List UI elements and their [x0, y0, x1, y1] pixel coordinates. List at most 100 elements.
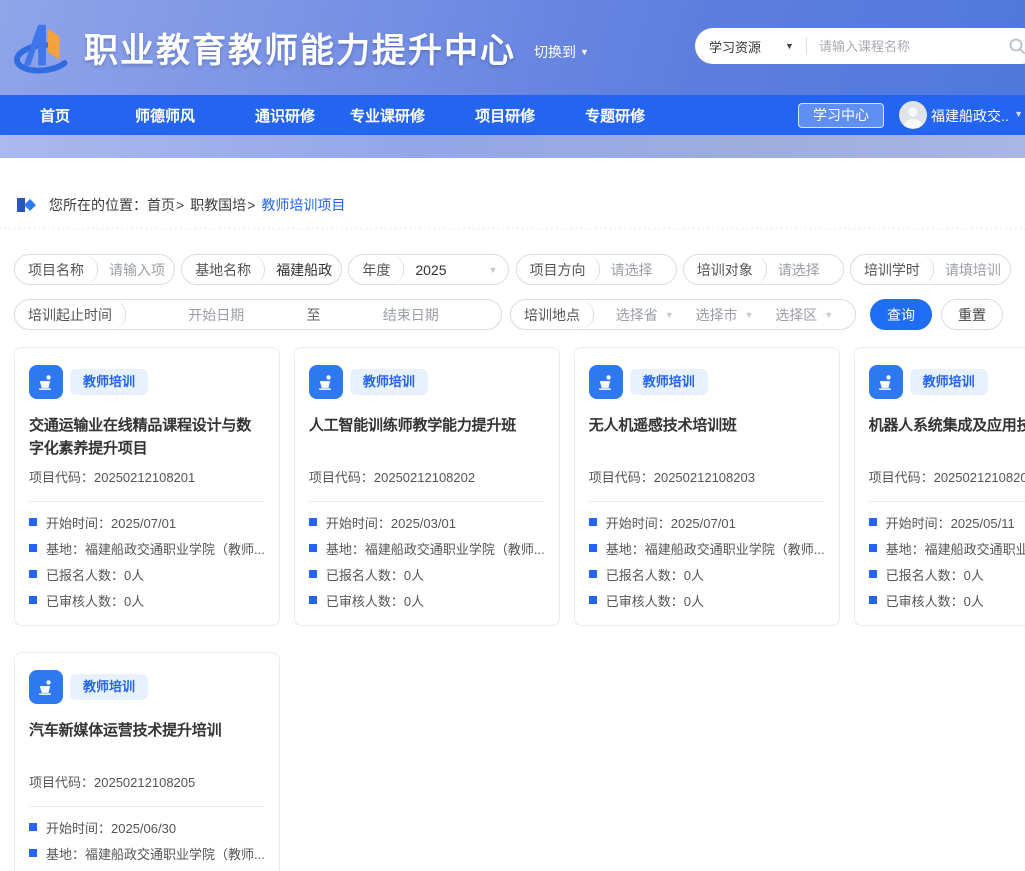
base-value: 福建船政交通职业学院（教师... — [365, 542, 545, 557]
hours-input[interactable]: 请填培训 — [934, 260, 1010, 280]
search-category-select[interactable]: 学习资源 ▼ — [709, 37, 794, 56]
base-label: 基地： — [46, 542, 85, 557]
search-button[interactable]: 查询 — [870, 299, 932, 330]
filter-label: 项目名称 — [15, 260, 84, 280]
enrolled-row: 已报名人数：0人 — [29, 866, 265, 871]
chevron-down-icon: ▼ — [1014, 109, 1023, 119]
filter-panel: 项目名称 请输入项 基地名称 福建船政 年度 2025 ▼ 项目方向 请选择 培… — [0, 254, 1025, 330]
divider — [29, 501, 265, 502]
start-label: 开始时间： — [606, 516, 671, 531]
filter-time-range[interactable]: 培训起止时间 开始日期 至 结束日期 — [14, 299, 502, 330]
filter-row-2: 培训起止时间 开始日期 至 结束日期 培训地点 选择省 ▼ 选择市 ▼ 选择区 — [14, 299, 1011, 330]
project-card[interactable]: 教师培训 人工智能训练师教学能力提升班 项目代码：20250212108202 … — [294, 347, 560, 626]
end-date-input[interactable]: 结束日期 — [321, 305, 502, 325]
start-date-input[interactable]: 开始日期 — [126, 305, 307, 325]
nav-item-tongshi[interactable]: 通识研修 — [255, 105, 315, 126]
pill-separator — [390, 255, 404, 284]
badge-row: 教师培训 — [869, 365, 1025, 399]
nav-item-xiangmu[interactable]: 项目研修 — [475, 105, 535, 126]
city-select-value: 选择市 — [696, 305, 738, 325]
bullet-icon — [309, 570, 317, 578]
start-value: 2025/03/01 — [391, 516, 456, 531]
filter-label: 培训对象 — [684, 260, 753, 280]
approved-label: 已审核人数： — [326, 594, 404, 609]
filter-direction[interactable]: 项目方向 请选择 — [516, 254, 677, 285]
base-value: 福建船政交通职业学院（教师... — [925, 542, 1025, 557]
site-title: 职业教育教师能力提升中心 — [84, 23, 516, 72]
filter-audience[interactable]: 培训对象 请选择 — [683, 254, 844, 285]
breadcrumb-home[interactable]: 首页 — [147, 195, 175, 215]
approved-label: 已审核人数： — [606, 594, 684, 609]
project-card[interactable]: 教师培训 机器人系统集成及应用技术 项目代码：20250212108204 开始… — [854, 347, 1025, 626]
base-label: 基地： — [46, 847, 85, 862]
province-select[interactable]: 选择省 ▼ — [616, 305, 674, 325]
breadcrumb-current: 教师培训项目 — [261, 195, 345, 215]
bullet-icon — [589, 596, 597, 604]
card-title: 汽车新媒体运营技术提升培训 — [29, 719, 265, 765]
filter-base-name[interactable]: 基地名称 福建船政 — [181, 254, 342, 285]
filter-project-name[interactable]: 项目名称 请输入项 — [14, 254, 175, 285]
card-code: 项目代码：20250212108204 — [869, 467, 1025, 486]
switch-to-label: 切换到 — [534, 42, 576, 62]
filter-label: 培训起止时间 — [15, 305, 112, 325]
pill-separator — [580, 300, 594, 329]
learning-center-button[interactable]: 学习中心 — [798, 103, 884, 128]
nav-item-home[interactable]: 首页 — [40, 105, 70, 126]
base-name-input[interactable]: 福建船政 — [265, 260, 341, 280]
enrolled-label: 已报名人数： — [46, 568, 124, 583]
code-label: 项目代码： — [589, 470, 654, 485]
base-row: 基地：福建船政交通职业学院（教师... — [869, 535, 1025, 561]
global-search-bar: 学习资源 ▼ — [695, 28, 1025, 64]
divider — [869, 501, 1025, 502]
base-row: 基地：福建船政交通职业学院（教师... — [589, 535, 825, 561]
reset-button[interactable]: 重置 — [941, 299, 1003, 330]
start-value: 2025/05/11 — [951, 516, 1015, 531]
pill-separator — [251, 255, 265, 284]
filter-hours[interactable]: 培训学时 请填培训 — [850, 254, 1011, 285]
bullet-icon — [29, 596, 37, 604]
breadcrumb-section[interactable]: 职教国培 — [190, 195, 246, 215]
project-name-input[interactable]: 请输入项 — [98, 260, 174, 280]
teacher-training-icon — [29, 670, 63, 704]
enrolled-value: 0人 — [964, 568, 984, 583]
code-value: 20250212108201 — [94, 470, 195, 485]
code-label: 项目代码： — [29, 775, 94, 790]
pill-separator — [753, 255, 767, 284]
start-time-row: 开始时间：2025/03/01 — [309, 509, 545, 535]
card-title: 交通运输业在线精品课程设计与数字化素养提升项目 — [29, 414, 265, 460]
nav-item-zhuanyeke[interactable]: 专业课研修 — [350, 105, 425, 126]
nav-item-zhuanti[interactable]: 专题研修 — [585, 105, 645, 126]
filter-year[interactable]: 年度 2025 ▼ — [348, 254, 509, 285]
enrolled-label: 已报名人数： — [606, 568, 684, 583]
project-card[interactable]: 教师培训 无人机遥感技术培训班 项目代码：20250212108203 开始时间… — [574, 347, 840, 626]
district-select[interactable]: 选择区 ▼ — [775, 305, 833, 325]
user-name[interactable]: 福建船政交... — [931, 106, 1009, 126]
direction-select-value: 请选择 — [600, 260, 676, 280]
banner-strip — [0, 135, 1025, 158]
card-title: 无人机遥感技术培训班 — [589, 414, 825, 460]
approved-label: 已审核人数： — [886, 594, 964, 609]
code-value: 20250212108202 — [374, 470, 475, 485]
breadcrumb-separator: > — [247, 197, 255, 213]
bullet-icon — [29, 849, 37, 857]
search-input[interactable] — [819, 39, 1002, 54]
switch-to-dropdown[interactable]: 切换到 ▼ — [534, 42, 589, 62]
base-value: 福建船政交通职业学院（教师... — [85, 847, 265, 862]
card-type-badge: 教师培训 — [910, 369, 988, 395]
city-select[interactable]: 选择市 ▼ — [696, 305, 754, 325]
nav-item-shide[interactable]: 师德师风 — [135, 105, 195, 126]
project-card[interactable]: 教师培训 汽车新媒体运营技术提升培训 项目代码：20250212108205 开… — [14, 652, 280, 871]
filter-location[interactable]: 培训地点 选择省 ▼ 选择市 ▼ 选择区 ▼ — [510, 299, 856, 330]
breadcrumb-separator: > — [176, 197, 184, 213]
enrolled-label: 已报名人数： — [886, 568, 964, 583]
search-icon[interactable] — [1008, 37, 1025, 55]
filter-label: 培训学时 — [851, 260, 920, 280]
district-select-value: 选择区 — [775, 305, 817, 325]
approved-value: 0人 — [124, 594, 144, 609]
project-card[interactable]: 教师培训 交通运输业在线精品课程设计与数字化素养提升项目 项目代码：202502… — [14, 347, 280, 626]
user-avatar[interactable] — [899, 101, 927, 129]
site-logo-icon[interactable] — [12, 17, 74, 79]
bullet-icon — [309, 518, 317, 526]
divider — [589, 501, 825, 502]
year-select-value[interactable]: 2025 — [404, 262, 488, 278]
